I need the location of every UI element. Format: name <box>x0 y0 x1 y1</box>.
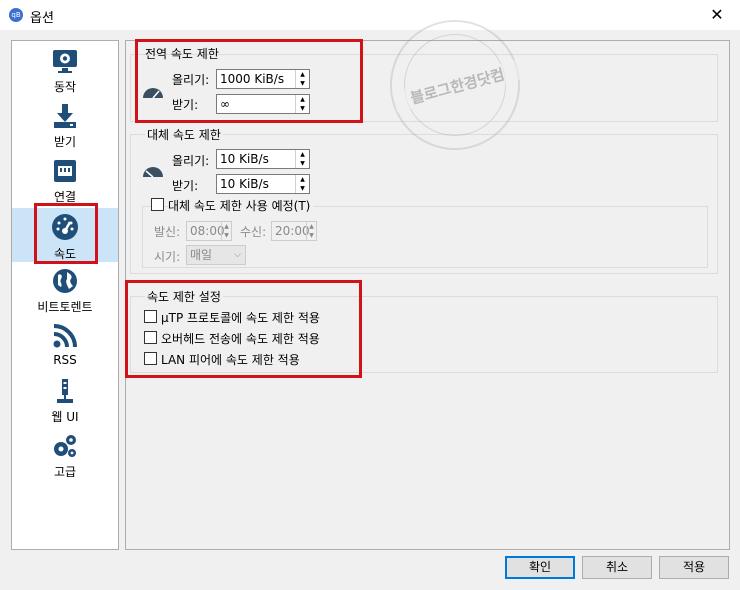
ok-button[interactable]: 확인 <box>505 556 575 579</box>
rate-settings-highlight <box>125 280 362 378</box>
when-select[interactable]: 매일 ⌵ <box>186 245 246 265</box>
from-time-value: 08:00 <box>190 224 225 238</box>
title-bar: qB 옵션 ✕ <box>0 0 740 30</box>
alt-download-label: 받기: <box>172 179 199 193</box>
alt-upload-value: 10 KiB/s <box>220 152 269 166</box>
alt-limits-title: 대체 속도 제한 <box>145 126 223 143</box>
chevron-down-icon: ⌵ <box>234 250 241 260</box>
rss-icon <box>53 324 77 348</box>
spin-down-icon[interactable]: ▼ <box>296 184 309 193</box>
gears-icon <box>54 435 76 457</box>
monitor-gear-icon <box>53 50 77 73</box>
network-icon <box>54 160 76 182</box>
sidebar-item-webui[interactable]: 웹 UI <box>12 373 118 427</box>
alt-speed-gauge-icon <box>143 167 163 178</box>
sidebar-item-connection[interactable]: 연결 <box>12 153 118 207</box>
to-time-value: 20:00 <box>275 224 310 238</box>
spin-down-icon[interactable]: ▼ <box>307 231 316 240</box>
globe-icon <box>53 269 77 293</box>
sidebar-item-label: 비트토렌트 <box>37 300 93 314</box>
spin-up-icon[interactable]: ▲ <box>296 150 309 159</box>
to-time-spinbox[interactable]: 20:00 ▲ ▼ <box>271 221 317 241</box>
spin-arrows[interactable]: ▲ ▼ <box>295 175 309 193</box>
alt-upload-label: 올리기: <box>172 154 210 168</box>
alt-download-spinbox[interactable]: 10 KiB/s ▲ ▼ <box>216 174 310 194</box>
close-button[interactable]: ✕ <box>694 0 740 30</box>
alt-upload-spinbox[interactable]: 10 KiB/s ▲ ▼ <box>216 149 310 169</box>
to-label: 수신: <box>240 225 267 239</box>
sidebar-item-downloads[interactable]: 받기 <box>12 98 118 152</box>
sidebar-item-label: 받기 <box>53 135 77 149</box>
cancel-button[interactable]: 취소 <box>582 556 652 579</box>
spin-up-icon[interactable]: ▲ <box>222 222 231 231</box>
from-label: 발신: <box>154 225 181 239</box>
sidebar-item-label: 고급 <box>53 465 77 479</box>
schedule-checkbox[interactable] <box>151 198 164 211</box>
spin-arrows[interactable]: ▲ ▼ <box>306 222 316 240</box>
apply-button[interactable]: 적용 <box>659 556 729 579</box>
when-label: 시기: <box>154 250 181 264</box>
window-title: 옵션 <box>30 11 54 26</box>
download-icon <box>54 104 76 128</box>
spin-down-icon[interactable]: ▼ <box>296 159 309 168</box>
from-time-spinbox[interactable]: 08:00 ▲ ▼ <box>186 221 232 241</box>
spin-arrows[interactable]: ▲ ▼ <box>295 150 309 168</box>
spin-up-icon[interactable]: ▲ <box>296 175 309 184</box>
speed-item-highlight <box>34 203 98 264</box>
sidebar-item-label: 웹 UI <box>51 410 79 424</box>
alt-download-value: 10 KiB/s <box>220 177 269 191</box>
sidebar-item-label: RSS <box>53 353 77 367</box>
sidebar-item-rss[interactable]: RSS <box>12 318 118 372</box>
global-limits-highlight <box>135 39 363 123</box>
spin-down-icon[interactable]: ▼ <box>222 231 231 240</box>
sidebar-item-behavior[interactable]: 동작 <box>12 43 118 97</box>
schedule-checkbox-label: 대체 속도 제한 사용 예정(T) <box>168 197 314 214</box>
when-value: 매일 <box>190 248 213 262</box>
sidebar: 동작 받기 연결 속도 비트토렌트 RSS 웹 UI 고급 <box>11 40 119 550</box>
sidebar-item-bittorrent[interactable]: 비트토렌트 <box>12 263 118 317</box>
usb-icon <box>57 379 73 403</box>
spin-up-icon[interactable]: ▲ <box>307 222 316 231</box>
app-icon: qB <box>9 8 23 22</box>
sidebar-item-label: 동작 <box>53 80 77 94</box>
spin-arrows[interactable]: ▲ ▼ <box>221 222 231 240</box>
close-icon: ✕ <box>710 5 724 24</box>
sidebar-item-advanced[interactable]: 고급 <box>12 428 118 482</box>
